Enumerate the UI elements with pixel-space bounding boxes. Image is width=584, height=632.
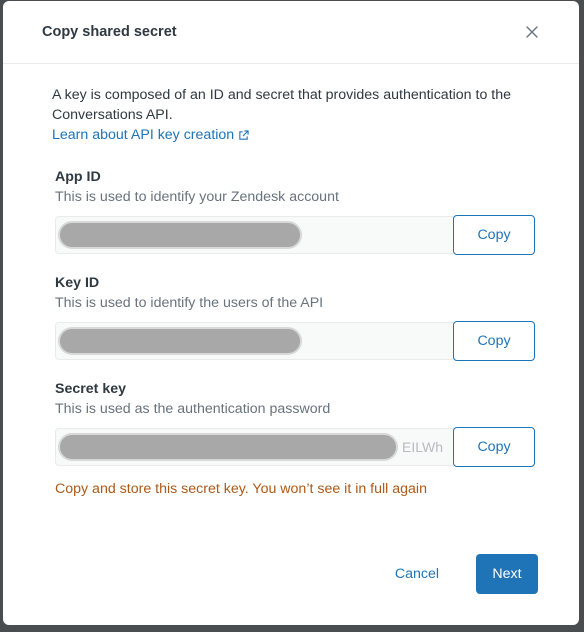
redacted-value: [60, 329, 300, 353]
secret-key-field[interactable]: EILWh: [55, 428, 454, 466]
secret-key-warning: Copy and store this secret key. You won’…: [55, 481, 427, 497]
copy-secret-modal: Copy shared secret A key is composed of …: [3, 1, 579, 625]
learn-link-label: Learn about API key creation: [52, 127, 235, 143]
close-icon: [526, 26, 538, 38]
intro-text: A key is composed of an ID and secret th…: [52, 87, 512, 123]
key-id-field[interactable]: [55, 322, 454, 360]
modal-title: Copy shared secret: [42, 24, 177, 40]
close-button[interactable]: [521, 21, 543, 43]
app-id-label: App ID: [55, 169, 101, 185]
redacted-value: [60, 223, 300, 247]
next-button[interactable]: Next: [476, 554, 538, 594]
learn-api-key-link[interactable]: Learn about API key creation: [52, 125, 249, 145]
redacted-value: [60, 435, 396, 459]
secret-key-label: Secret key: [55, 381, 126, 397]
copy-key-id-button[interactable]: Copy: [453, 321, 535, 361]
external-link-icon: [239, 129, 249, 140]
copy-app-id-button[interactable]: Copy: [453, 215, 535, 255]
app-id-hint: This is used to identify your Zendesk ac…: [55, 189, 339, 205]
secret-key-visible-tail: EILWh: [402, 439, 443, 455]
cancel-button[interactable]: Cancel: [381, 554, 453, 594]
key-id-hint: This is used to identify the users of th…: [55, 295, 324, 311]
key-id-label: Key ID: [55, 275, 100, 291]
secret-key-hint: This is used as the authentication passw…: [55, 401, 331, 417]
app-id-field[interactable]: [55, 216, 454, 254]
copy-secret-key-button[interactable]: Copy: [453, 427, 535, 467]
modal-header: Copy shared secret: [3, 1, 579, 64]
